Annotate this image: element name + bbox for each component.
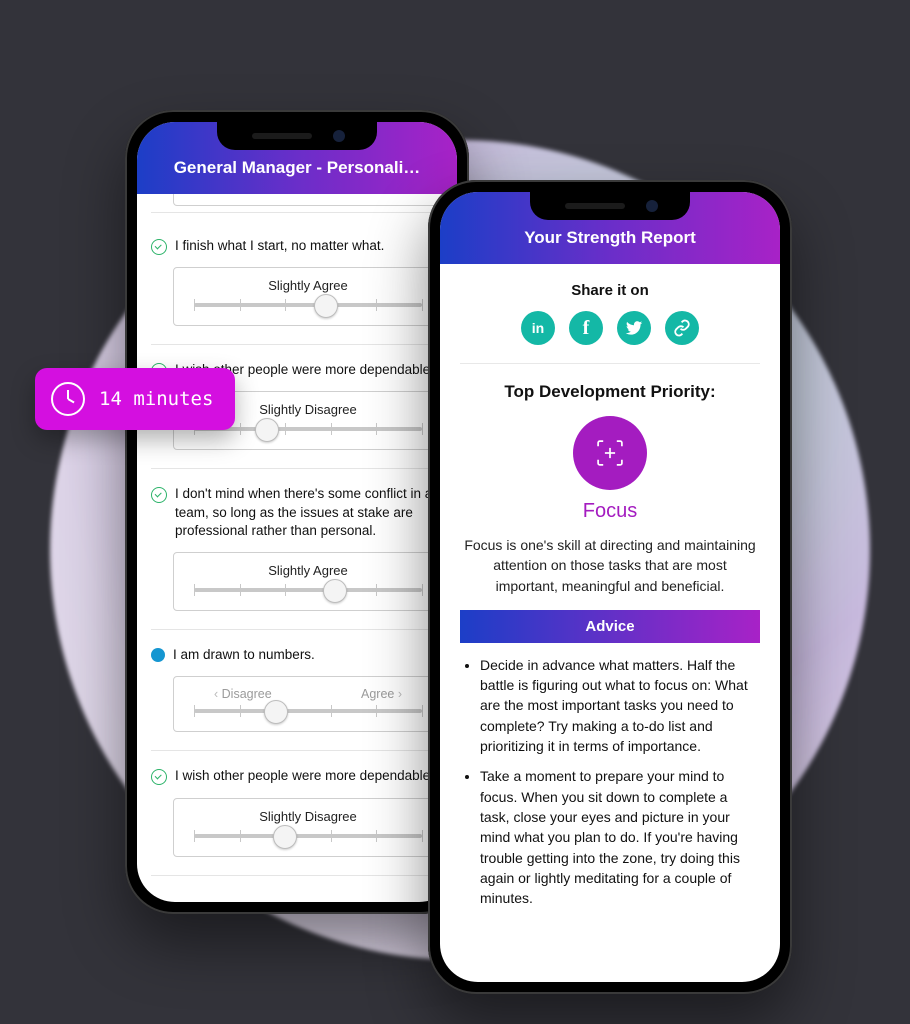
slider-thumb[interactable] — [314, 294, 338, 318]
question-item: I don't mind when there's some conflict … — [151, 469, 443, 630]
focus-icon — [573, 416, 647, 490]
question-text: I finish what I start, no matter what. — [175, 237, 384, 255]
active-dot-icon — [151, 648, 165, 662]
share-heading: Share it on — [460, 282, 760, 299]
marketing-stage: 14 minutes General Manager - Personali… … — [0, 0, 910, 1024]
slider-thumb[interactable] — [323, 579, 347, 603]
priority-description: Focus is one's skill at directing and ma… — [460, 535, 760, 610]
phone-assessment: General Manager - Personali… I finish wh… — [125, 110, 469, 914]
priority-name: Focus — [460, 500, 760, 523]
share-link-button[interactable] — [665, 311, 699, 345]
slider-value-label: Slightly Agree — [186, 278, 430, 293]
check-icon — [151, 769, 167, 785]
duration-pill: 14 minutes — [35, 368, 235, 430]
question-item: I finish what I start, no matter what. Sl… — [151, 221, 443, 345]
phone-report: Your Strength Report Share it on inf Top… — [428, 180, 792, 994]
phone-notch — [217, 122, 377, 150]
share-facebook-button[interactable]: f — [569, 311, 603, 345]
slider[interactable]: Slightly Agree — [173, 267, 443, 326]
share-row: inf — [460, 311, 760, 364]
slider-value-label: Slightly Agree — [186, 563, 430, 578]
clock-icon — [51, 382, 85, 416]
question-item: I wish other people were more dependable… — [151, 751, 443, 875]
duration-text: 14 minutes — [99, 388, 213, 410]
slider-track[interactable] — [194, 303, 422, 307]
share-twitter-button[interactable] — [617, 311, 651, 345]
slider-thumb[interactable] — [255, 418, 279, 442]
question-text: I am drawn to numbers. — [173, 646, 315, 664]
slider[interactable]: Slightly Disagree — [173, 798, 443, 857]
check-icon — [151, 239, 167, 255]
phone-notch — [530, 192, 690, 220]
advice-item: Decide in advance what matters. Half the… — [480, 655, 760, 756]
priority-heading: Top Development Priority: — [460, 382, 760, 402]
check-icon — [151, 487, 167, 503]
question-text: I wish other people were more dependable… — [175, 767, 434, 785]
partial-prev-question — [151, 194, 443, 213]
advice-heading: Advice — [460, 610, 760, 643]
slider-thumb[interactable] — [264, 700, 288, 724]
advice-list: Decide in advance what matters. Half the… — [460, 655, 760, 909]
slider-track[interactable] — [194, 588, 422, 592]
slider-track[interactable] — [194, 709, 422, 713]
slider-range-labels: DisagreeAgree — [214, 687, 402, 701]
advice-item: Take a moment to prepare your mind to fo… — [480, 766, 760, 908]
slider-thumb[interactable] — [273, 825, 297, 849]
question-item: I am drawn to numbers. DisagreeAgree — [151, 630, 443, 751]
slider-track[interactable] — [194, 834, 422, 838]
slider-value-label: Slightly Disagree — [186, 809, 430, 824]
slider[interactable]: DisagreeAgree — [173, 676, 443, 732]
question-text: I don't mind when there's some conflict … — [175, 485, 443, 540]
slider[interactable]: Slightly Agree — [173, 552, 443, 611]
share-linkedin-button[interactable]: in — [521, 311, 555, 345]
